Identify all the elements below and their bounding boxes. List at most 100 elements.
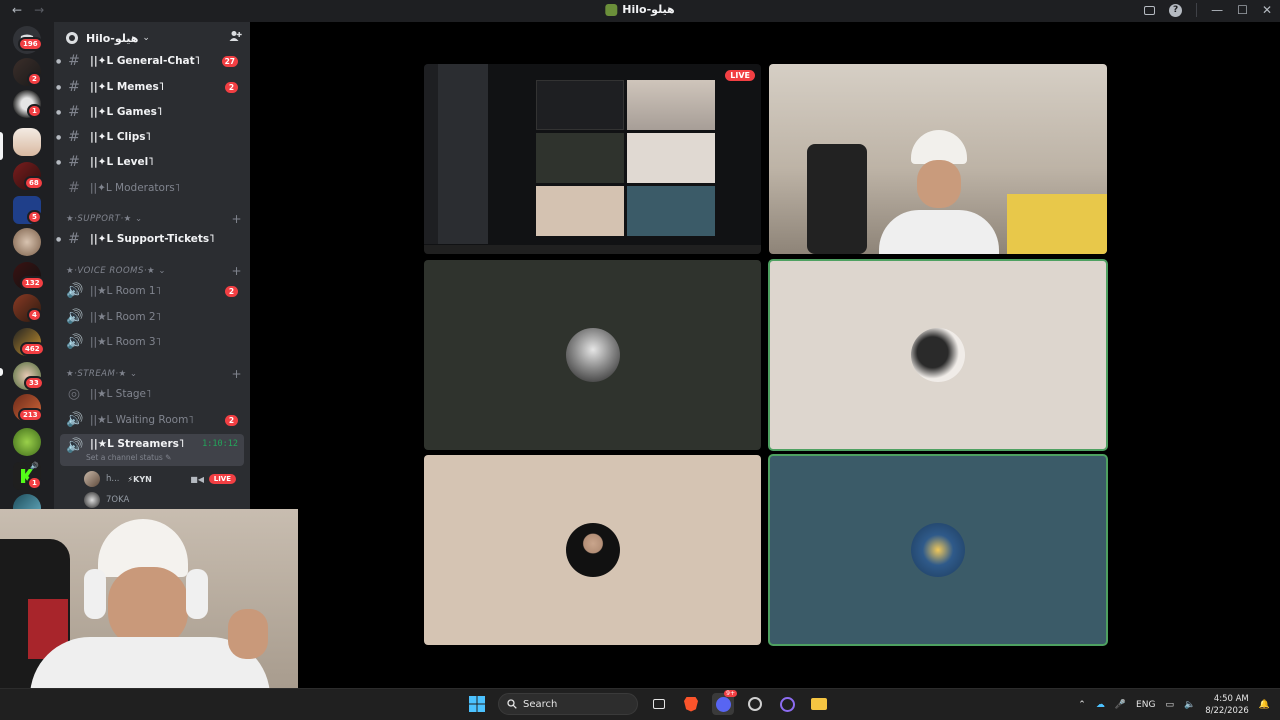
system-tray: ⌃ ☁ 🎤 ENG ▭ 🔈 4:50 AM 8/22/2026 🔔 [1078,689,1280,720]
task-view-icon[interactable] [648,693,670,715]
server-icon[interactable] [13,128,41,156]
participant-tile[interactable] [424,455,761,645]
camera-tile[interactable] [769,64,1107,254]
speaker-icon: 🔊 [66,334,84,350]
channel-support-tickets[interactable]: ● # ||✦L Support-Tickets˥ [56,228,244,250]
taskbar-search[interactable]: Search [498,693,638,715]
preview-taskbar [424,245,761,254]
voice-channel-waiting-room[interactable]: 🔊 ||★L Waiting Room˥ 2 [60,409,244,431]
forward-button[interactable]: → [34,3,44,17]
invite-people-icon[interactable] [229,30,242,46]
discord-taskbar-icon[interactable]: 9+ [712,690,737,715]
channel-label: ||★L Stage˥ [90,388,152,400]
channel-memes[interactable]: ● # ||✦L Memes˥ 2 [56,76,244,98]
mention-badge: 2 [225,285,238,297]
avatar [84,471,100,487]
participant-tile[interactable] [768,259,1108,451]
face [108,567,188,647]
tray-overflow-icon[interactable]: ⌃ [1078,700,1086,710]
chevron-down-icon: ⌄ [142,33,150,43]
volume-icon[interactable]: 🔈 [1184,700,1195,710]
channel-moderators[interactable]: # ||✦L Moderators˥ [60,177,244,199]
active-server-indicator [0,132,3,160]
mention-badge: 2 [225,81,238,93]
history-nav: ← → [12,3,44,17]
maximize-button[interactable]: ☐ [1237,3,1248,17]
microphone-icon[interactable]: 🎤 [1115,700,1126,710]
server-icon[interactable] [13,428,41,456]
live-badge: LIVE [725,70,755,81]
rail-badge: 1 [27,104,42,118]
speaker-icon: 🔊 [66,412,84,428]
channel-games[interactable]: ● # ||✦L Games˥ [56,101,244,123]
voice-channel-room-3[interactable]: 🔊 ||★L Room 3˥ [60,331,244,353]
text-channel-icon: # [68,53,80,69]
unread-dot-icon: ● [56,133,62,141]
file-explorer-icon[interactable] [808,693,830,715]
mention-badge: 27 [221,55,238,67]
window-title-text: Hilo-هيلو [622,3,675,16]
category-label: ★·VOICE ROOMS·★ ⌄ [66,266,167,276]
text-channel-icon: # [68,79,80,95]
channel-level[interactable]: ● # ||✦L Level˥ [56,151,244,173]
channel-label: ||✦L Level˥ [90,156,154,168]
inbox-icon[interactable] [1144,5,1156,15]
participant-tile[interactable] [424,260,761,450]
member-name: h... [106,474,120,484]
gaming-chair [807,144,867,254]
rail-badge: 196 [18,37,43,51]
shirt [879,210,999,254]
channel-label: ||✦L Games˥ [90,106,163,118]
help-icon[interactable]: ? [1169,3,1183,17]
channel-clips[interactable]: ● # ||✦L Clips˥ [56,126,244,148]
speaker-icon: 🔊 [66,309,84,325]
rail-badge: 4 [27,308,42,322]
channel-label: ||★L Room 2˥ [90,311,161,323]
onedrive-icon[interactable]: ☁ [1096,700,1105,710]
bed [1007,194,1107,254]
clock[interactable]: 4:50 AM 8/22/2026 [1205,693,1249,717]
title-bar: ← → Hilo-هيلو ? — ☐ ✕ [0,0,1280,22]
voice-channel-room-2[interactable]: 🔊 ||★L Room 2˥ [60,306,244,328]
voice-member[interactable]: 7OKA [84,491,244,509]
channel-status-prompt[interactable]: Set a channel status ✎ [86,453,171,462]
server-badge-icon [66,32,78,44]
locked-text-channel-icon: # [68,180,80,196]
back-button[interactable]: ← [12,3,22,17]
app-icon[interactable] [744,693,766,715]
server-icon[interactable] [13,228,41,256]
participant-tile[interactable] [768,454,1108,646]
discord-notification-badge: 9+ [724,690,737,697]
channel-label: ||★L Waiting Room˥ [90,414,194,426]
start-button[interactable] [466,693,488,715]
category-support[interactable]: ★·SUPPORT·★ ⌄ + [66,212,242,226]
stage-channel[interactable]: ◎ ||★L Stage˥ [60,383,244,405]
preview-tile [536,186,624,236]
app-icon[interactable] [776,693,798,715]
preview-tile [627,186,715,236]
preview-tile [536,80,624,130]
add-user-icon [229,31,242,41]
category-stream[interactable]: ★·STREAM·★ ⌄ + [66,367,242,381]
add-channel-icon[interactable]: + [231,367,242,381]
preview-sidebar [438,64,488,244]
language-indicator[interactable]: ENG [1136,700,1155,710]
brave-browser-icon[interactable] [680,693,702,715]
screen-share-tile[interactable]: LIVE [424,64,761,254]
shared-screen-preview [424,64,761,254]
channel-general-chat[interactable]: ● # ||✦L General-Chat˥ 27 [56,50,244,72]
clock-time: 4:50 AM [1213,694,1249,704]
add-channel-icon[interactable]: + [231,264,242,278]
category-voice-rooms[interactable]: ★·VOICE ROOMS·★ ⌄ + [66,264,242,278]
notification-icon[interactable]: 🔔 [1259,700,1270,710]
voice-channel-streamers[interactable]: 🔊 ||★L Streamers˥ 1:10:12 Set a channel … [60,434,244,466]
voice-channel-room-1[interactable]: 🔊 ||★L Room 1˥ 2 [60,280,244,302]
add-channel-icon[interactable]: + [231,212,242,226]
close-button[interactable]: ✕ [1262,3,1272,17]
preview-rail [424,64,438,244]
member-name: 7OKA [106,495,130,505]
voice-member[interactable]: h... ⚡KYN ■◀ LIVE [84,470,244,488]
minimize-button[interactable]: — [1211,3,1223,17]
channel-label: ||✦L Memes˥ [90,81,164,93]
network-icon[interactable]: ▭ [1165,700,1174,710]
